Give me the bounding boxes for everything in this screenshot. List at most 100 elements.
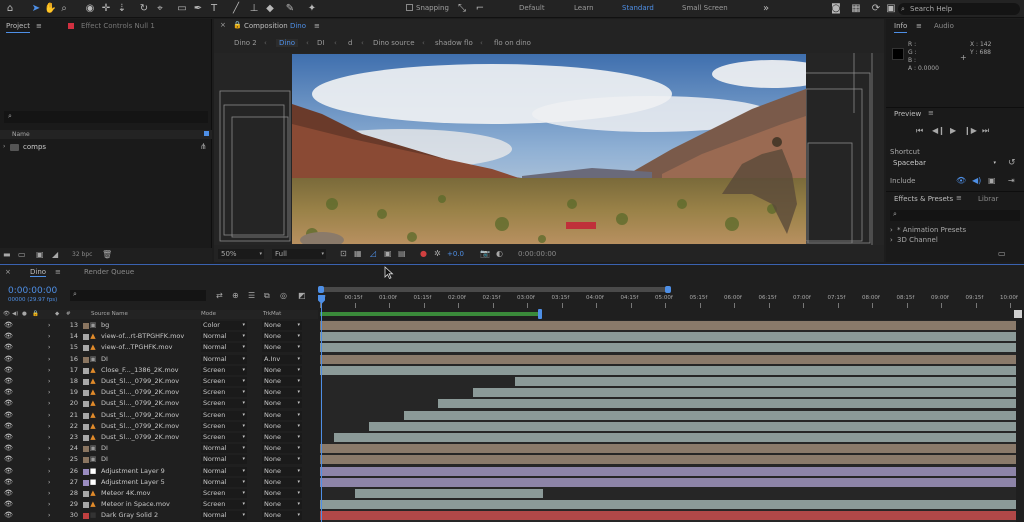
layer-name[interactable]: Dust_Sl..._0799_2K.mov <box>101 387 199 398</box>
tab-library[interactable]: Librar <box>978 195 998 203</box>
mask-visibility-icon[interactable]: ◿ <box>370 249 376 258</box>
visibility-eye-icon[interactable]: 👁 <box>4 432 13 443</box>
expand-icon[interactable]: › <box>48 342 50 353</box>
layer-name[interactable]: Dark Gray Solid 2 <box>101 510 199 521</box>
layer-duration-bar[interactable] <box>514 377 1016 386</box>
graph-editor-icon[interactable]: ◩ <box>298 291 306 300</box>
video-column-icon[interactable]: 👁 <box>3 310 10 319</box>
visibility-eye-icon[interactable]: 👁 <box>4 342 13 353</box>
visibility-eye-icon[interactable]: 👁 <box>4 421 13 432</box>
expand-icon[interactable]: › <box>48 331 50 342</box>
layout-icon[interactable]: ▣ <box>885 3 897 15</box>
panel-menu-icon[interactable]: ≡ <box>928 109 934 117</box>
rotate-tool-icon[interactable]: ↻ <box>138 3 150 15</box>
shy-layers-icon[interactable]: ☰ <box>248 291 255 300</box>
breadcrumb-item[interactable]: Dino 2 <box>234 39 257 47</box>
time-navigator-end-handle[interactable] <box>665 286 671 293</box>
layer-mode-select[interactable]: Screen ▾ <box>201 365 247 375</box>
layer-name[interactable]: Dust_Sl..._0799_2K.mov <box>101 432 199 443</box>
visibility-eye-icon[interactable]: 👁 <box>4 510 13 521</box>
visibility-eye-icon[interactable]: 👁 <box>4 387 13 398</box>
panel-menu-icon[interactable]: ≡ <box>916 19 922 33</box>
include-video-icon[interactable]: 👁 <box>956 176 966 185</box>
breadcrumb-item[interactable]: Dino source <box>373 39 415 47</box>
layer-row[interactable]: 👁 › 28 ▲ Meteor 4K.mov Screen ▾ None ▾ <box>0 488 320 499</box>
clone-tool-icon[interactable]: ⊥ <box>248 3 260 15</box>
workspace-default[interactable]: Default <box>519 4 545 12</box>
layer-duration-bar[interactable] <box>320 444 1016 454</box>
time-ruler[interactable]: 0f00:15f01:00f01:15f02:00f02:15f03:00f03… <box>320 295 1018 309</box>
visibility-eye-icon[interactable]: 👁 <box>4 320 13 331</box>
snapping-toggle[interactable]: Snapping <box>406 4 449 12</box>
delete-icon[interactable]: 🗑 <box>102 250 112 259</box>
layer-row[interactable]: 👁 › 18 ▲ Dust_Sl..._0799_2K.mov Screen ▾ None ▾ <box>0 376 320 387</box>
layer-duration-bar[interactable] <box>320 466 1016 476</box>
layer-trkmat-select[interactable]: None ▾ <box>262 511 302 521</box>
expand-icon[interactable]: › <box>48 432 50 443</box>
anchor-tool-icon[interactable]: ⌖ <box>154 3 166 15</box>
layer-name[interactable]: DI <box>101 354 199 365</box>
layer-duration-bar[interactable] <box>320 511 1016 521</box>
trkmat-header[interactable]: TrkMat <box>263 310 281 319</box>
play-icon[interactable]: ▶ <box>950 126 956 135</box>
panel-menu-icon[interactable]: ≡ <box>956 194 962 202</box>
snap-edges-icon[interactable]: ⌐ <box>474 3 486 15</box>
resolution-select[interactable]: Full ▾ <box>272 249 326 259</box>
layer-trkmat-select[interactable]: None ▾ <box>262 421 302 431</box>
number-column-icon[interactable]: # <box>66 310 71 319</box>
search-help-input[interactable]: ⌕ Search Help <box>898 3 1020 15</box>
time-navigator[interactable] <box>320 287 670 292</box>
layer-track-area[interactable] <box>320 320 1016 522</box>
layer-row[interactable]: 👁 › 25 ▣ DI Normal ▾ None ▾ <box>0 454 320 465</box>
layer-mode-select[interactable]: Screen ▾ <box>201 433 247 442</box>
layer-trkmat-select[interactable]: None ▾ <box>262 489 302 498</box>
layer-trkmat-select[interactable]: None ▾ <box>262 388 302 398</box>
next-frame-icon[interactable]: ❙▶ <box>964 126 977 135</box>
snap-option-icon[interactable]: ⤡ <box>456 3 468 15</box>
pan-tool-icon[interactable]: ✛ <box>100 3 112 15</box>
layer-trkmat-select[interactable]: None ▾ <box>262 500 302 510</box>
project-item-comps[interactable]: › comps ⋔ <box>0 142 212 153</box>
layer-mode-select[interactable]: Screen ▾ <box>201 410 247 420</box>
layer-duration-bar[interactable] <box>403 410 1016 420</box>
expand-icon[interactable]: › <box>48 477 50 488</box>
visibility-eye-icon[interactable]: 👁 <box>4 398 13 409</box>
color-management-icon[interactable]: ✲ <box>434 249 441 258</box>
breadcrumb-item[interactable]: flo on dino <box>494 39 531 47</box>
mode-header[interactable]: Mode <box>201 310 216 319</box>
close-panel-icon[interactable]: × <box>5 268 11 276</box>
expand-icon[interactable]: › <box>48 376 50 387</box>
layer-trkmat-select[interactable]: None ▾ <box>262 332 302 342</box>
layer-mode-select[interactable]: Normal ▾ <box>201 343 247 353</box>
layer-mode-select[interactable]: Normal ▾ <box>201 444 247 454</box>
layer-trkmat-select[interactable]: None ▾ <box>262 365 302 375</box>
visibility-eye-icon[interactable]: 👁 <box>4 354 13 365</box>
layer-trkmat-select[interactable]: None ▾ <box>262 399 302 409</box>
layer-row[interactable]: 👁 › 26 ■ Adjustment Layer 9 Normal ▾ None ▾ <box>0 466 320 477</box>
reset-icon[interactable]: ↺ <box>1008 158 1016 168</box>
workspace-standard[interactable]: Standard <box>622 4 654 12</box>
layer-mode-select[interactable]: Screen ▾ <box>201 388 247 398</box>
comp-viewer[interactable] <box>214 53 884 245</box>
layer-trkmat-select[interactable]: None ▾ <box>262 343 302 353</box>
tab-render-queue[interactable]: Render Queue <box>84 268 134 276</box>
visibility-eye-icon[interactable]: 👁 <box>4 365 13 376</box>
flowchart-icon[interactable]: ⋔ <box>200 142 207 151</box>
layer-row[interactable]: 👁 › 19 ▲ Dust_Sl..._0799_2K.mov Screen ▾ None ▾ <box>0 387 320 398</box>
rectangle-tool-icon[interactable]: ▭ <box>176 3 188 15</box>
layer-name[interactable]: view-of...TPGHFK.mov <box>101 342 199 353</box>
layer-trkmat-select[interactable]: None ▾ <box>262 477 302 487</box>
capture-icon[interactable]: ◙ <box>830 3 842 15</box>
layer-duration-bar[interactable] <box>320 332 1016 342</box>
layer-row[interactable]: 👁 › 13 ▣ bg Color ▾ None ▾ <box>0 320 320 331</box>
interpret-footage-icon[interactable]: ▬ <box>3 250 11 259</box>
layer-mode-select[interactable]: Normal ▾ <box>201 332 247 342</box>
previous-frame-icon[interactable]: ◀❙ <box>932 126 945 135</box>
expand-icon[interactable]: › <box>48 410 50 421</box>
layer-row[interactable]: 👁 › 14 ▲ view-of...rt-BTPGHFK.mov Normal ▾ None… <box>0 331 320 342</box>
sync-icon[interactable]: ⟳ <box>870 3 882 15</box>
layer-row[interactable]: 👁 › 20 ▲ Dust_Sl..._0799_2K.mov Screen ▾ None ▾ <box>0 398 320 409</box>
work-area-bar[interactable] <box>320 312 540 316</box>
breadcrumb-item-active[interactable]: Dino <box>276 39 299 47</box>
layer-name[interactable]: Close_F..._1386_2K.mov <box>101 365 199 376</box>
